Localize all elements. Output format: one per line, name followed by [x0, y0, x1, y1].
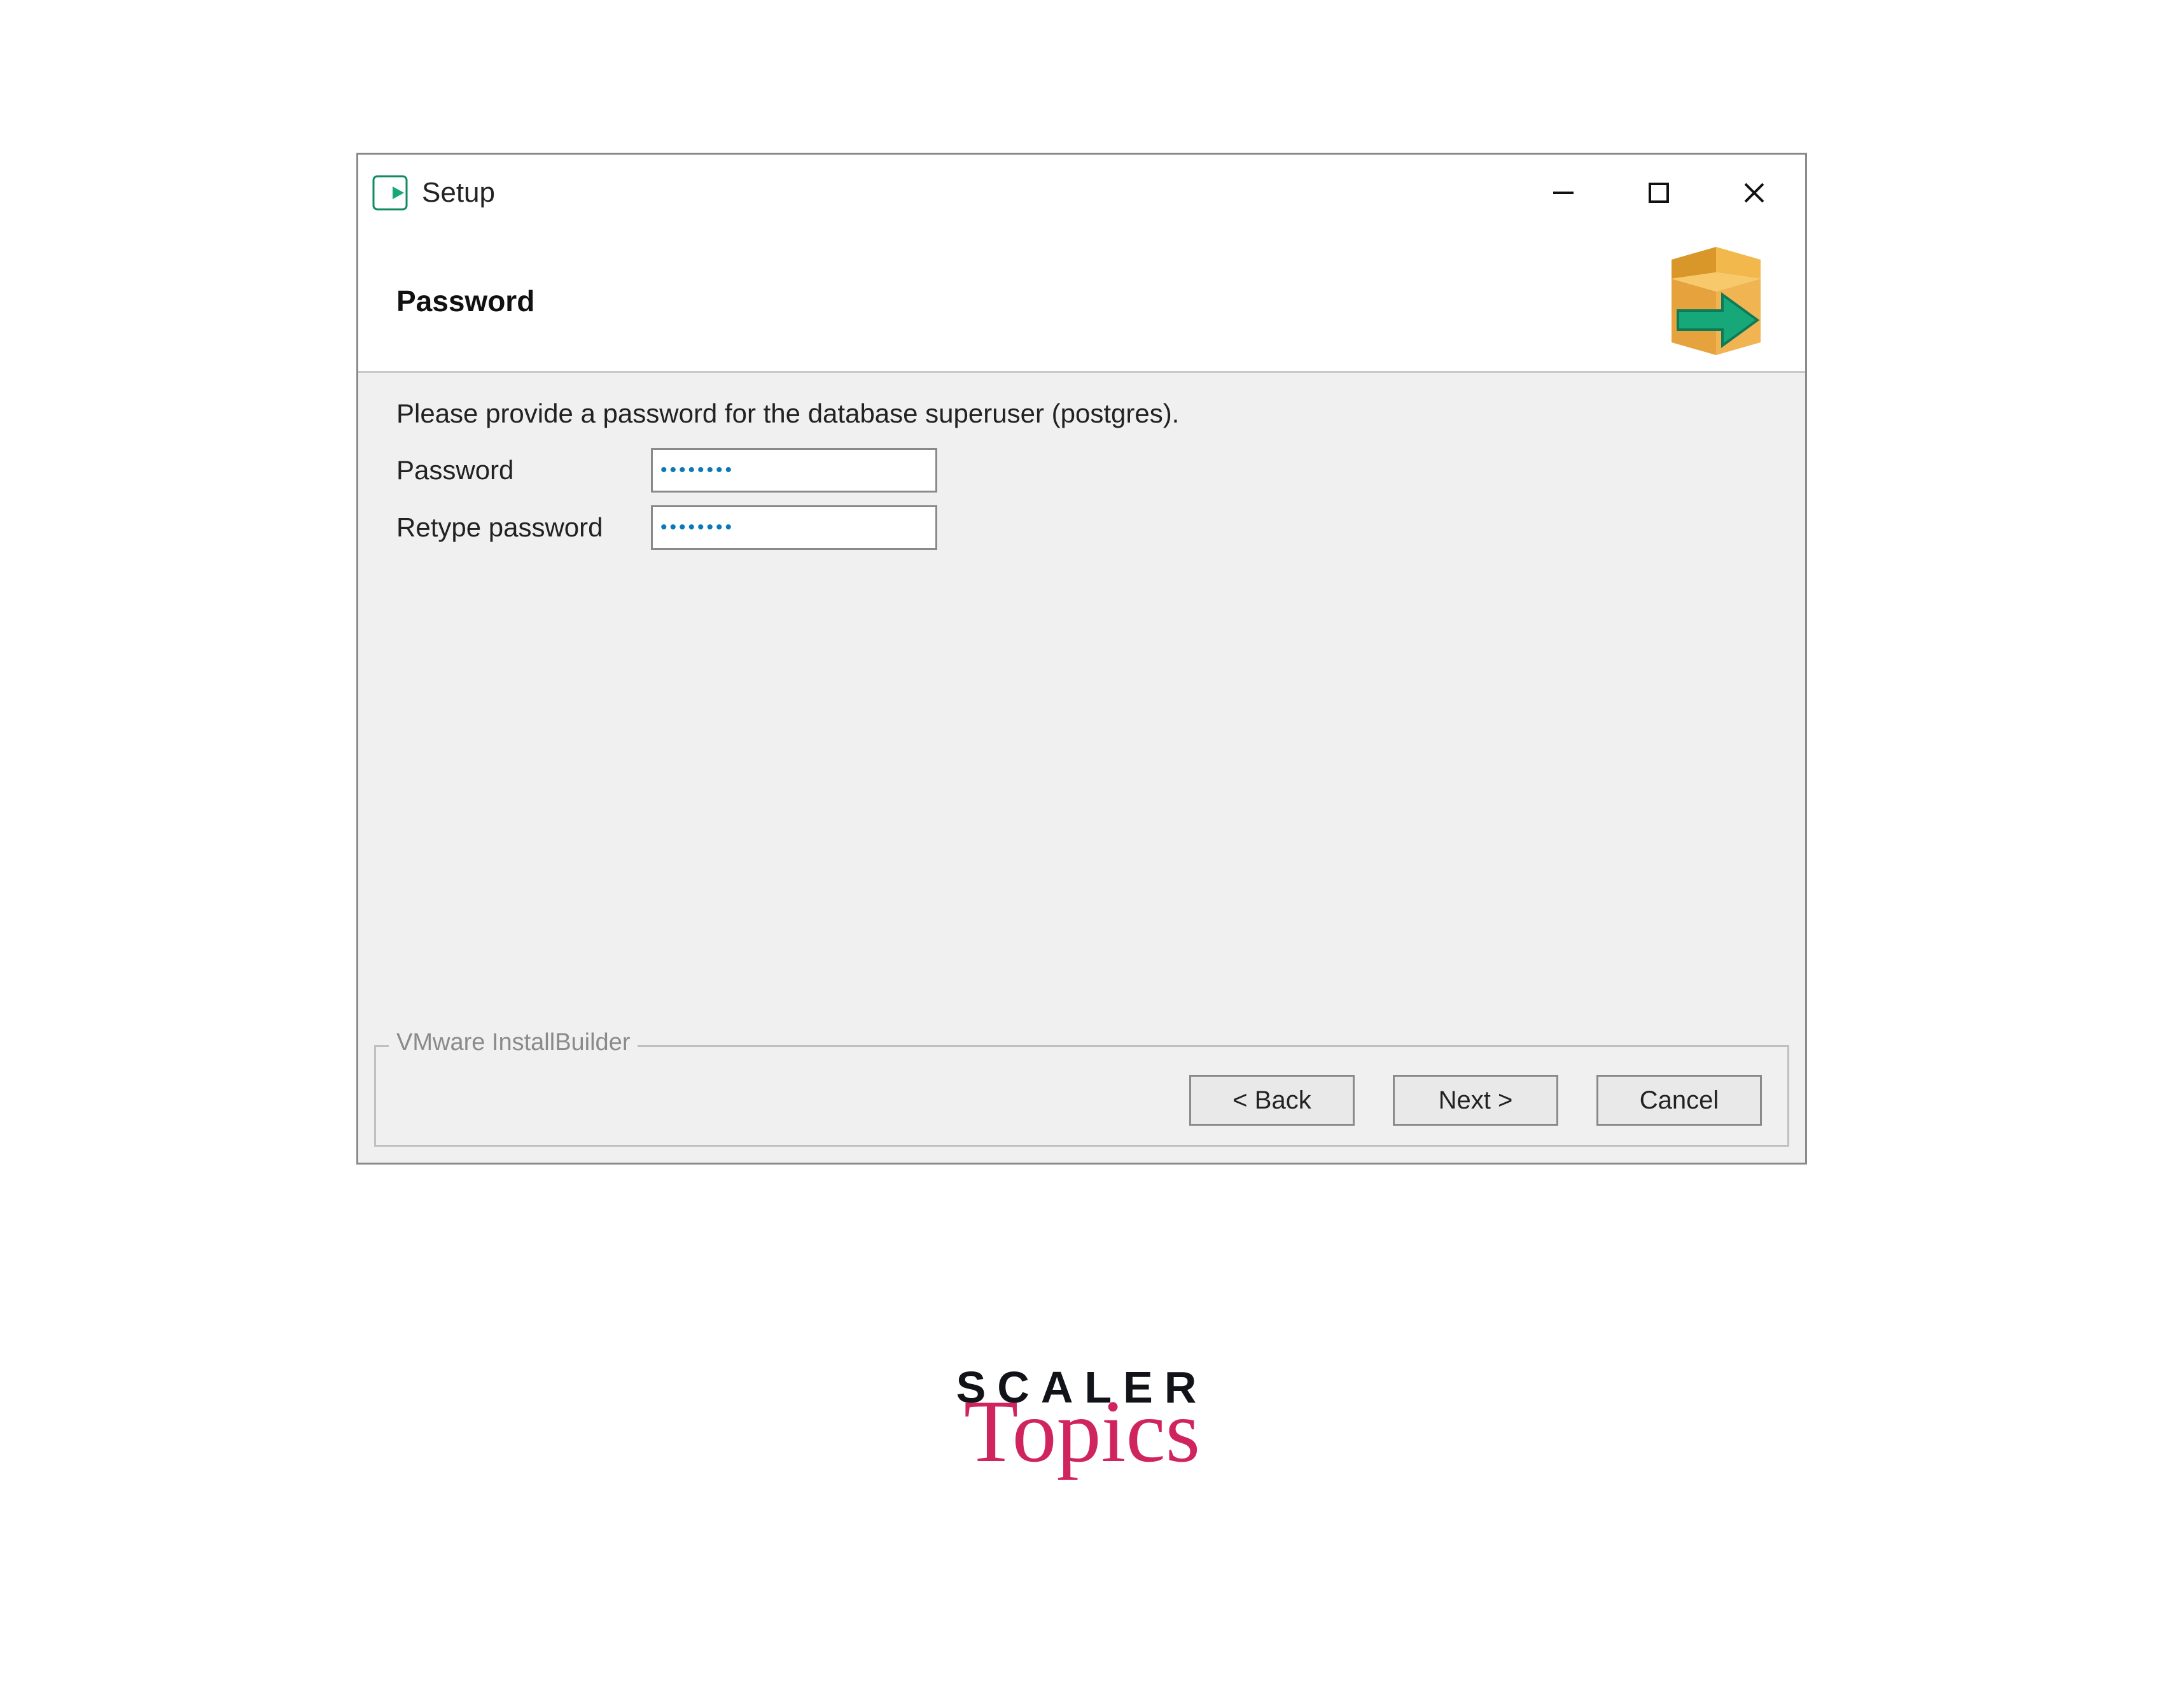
- page-title: Password: [396, 284, 534, 318]
- button-row: < Back Next > Cancel: [1189, 1075, 1762, 1126]
- retype-password-label: Retype password: [396, 512, 651, 543]
- footer-groupbox: VMware InstallBuilder < Back Next > Canc…: [374, 1045, 1789, 1147]
- retype-password-input[interactable]: [651, 505, 937, 550]
- window-controls: [1544, 174, 1799, 212]
- box-arrow-icon: [1652, 241, 1780, 361]
- retype-password-row: Retype password: [396, 505, 1767, 550]
- window-title: Setup: [422, 177, 1544, 209]
- setup-dialog: Setup Password: [356, 153, 1807, 1165]
- scaler-topics-logo: SCALER Topics: [956, 1362, 1208, 1476]
- dialog-content: Please provide a password for the databa…: [358, 373, 1805, 550]
- close-button[interactable]: [1735, 174, 1773, 212]
- password-input[interactable]: [651, 448, 937, 493]
- brand-line-2: Topics: [956, 1387, 1208, 1476]
- next-button[interactable]: Next >: [1393, 1075, 1558, 1126]
- password-label: Password: [396, 455, 651, 486]
- cancel-button[interactable]: Cancel: [1596, 1075, 1762, 1126]
- back-button[interactable]: < Back: [1189, 1075, 1355, 1126]
- password-row: Password: [396, 448, 1767, 493]
- dialog-header: Password: [358, 231, 1805, 373]
- app-icon: [371, 174, 409, 212]
- title-bar: Setup: [358, 155, 1805, 231]
- footer-legend: VMware InstallBuilder: [389, 1029, 638, 1056]
- minimize-button[interactable]: [1544, 174, 1582, 212]
- maximize-button[interactable]: [1640, 174, 1678, 212]
- instruction-text: Please provide a password for the databa…: [396, 398, 1767, 429]
